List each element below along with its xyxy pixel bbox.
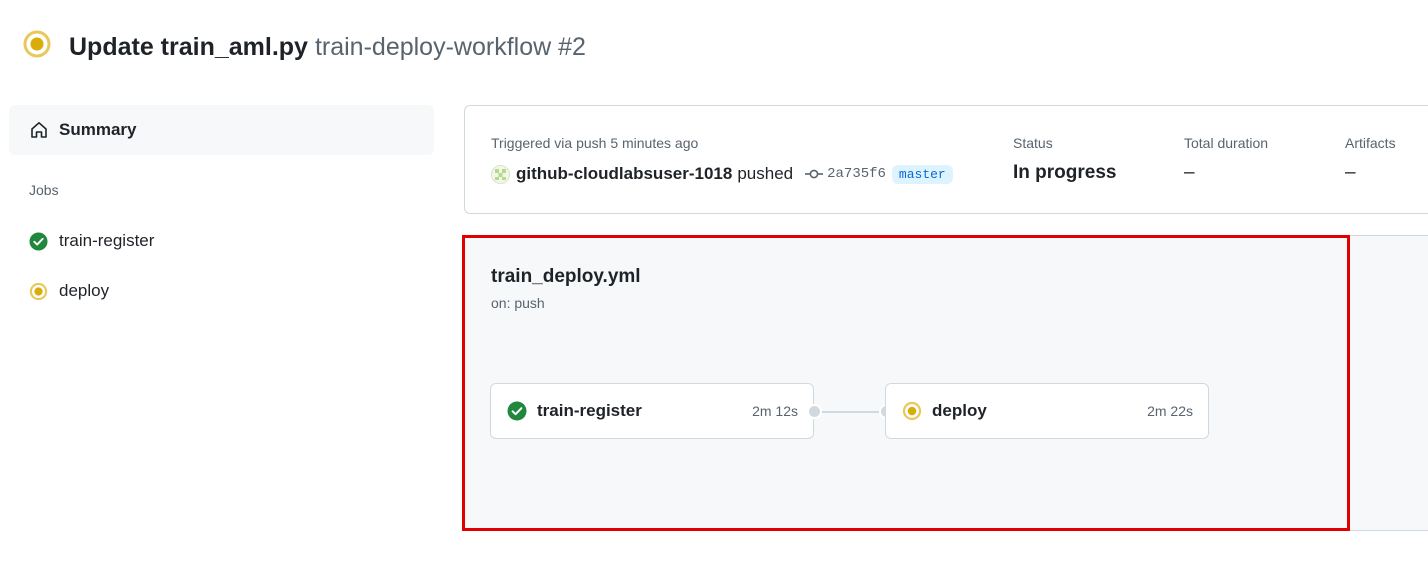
commit-icon [805,169,824,179]
home-icon [31,122,47,138]
trigger-text: Triggered via push 5 minutes ago [491,135,699,151]
job-duration: 2m 22s [1147,403,1193,419]
artifacts-block: Artifacts – [1345,135,1396,184]
job-connector [815,411,886,413]
sidebar-item-label: train-register [59,231,155,250]
duration-block: Total duration – [1184,135,1268,184]
actor-link[interactable]: github-cloudlabsuser-1018 [516,164,732,184]
workflow-file-name[interactable]: train_deploy.yml [491,266,641,288]
sidebar-item-label: Summary [59,120,137,139]
duration-value: – [1184,162,1195,183]
run-header: Update train_aml.py train-deploy-workflo… [22,30,586,62]
run-summary-card: Triggered via push 5 minutes ago github-… [464,105,1428,214]
sidebar-item-train-register[interactable]: train-register [29,231,154,251]
action-text: pushed [737,164,794,183]
run-subtitle[interactable]: train-deploy-workflow #2 [315,33,586,62]
status-value: In progress [1013,162,1117,183]
job-node-train-register[interactable]: train-register 2m 12s [490,383,814,439]
avatar[interactable] [491,164,510,184]
trigger-detail: github-cloudlabsuser-1018 pushed 2a735f6… [491,164,953,184]
connector-dot-out [807,404,822,419]
in-progress-icon [23,30,51,58]
duration-label: Total duration [1184,135,1269,151]
job-duration: 2m 12s [752,403,798,419]
artifacts-value: – [1345,162,1356,183]
sidebar-item-label: deploy [59,281,110,300]
sidebar-item-summary[interactable]: Summary [9,105,434,155]
job-name: train-register [537,401,642,420]
artifacts-label: Artifacts [1345,135,1396,151]
branch-badge[interactable]: master [891,164,953,184]
in-progress-icon [902,401,922,421]
in-progress-icon [29,282,48,300]
job-node-deploy[interactable]: deploy 2m 22s [885,383,1209,439]
job-name: deploy [932,401,987,420]
status-block: Status In progress [1013,135,1116,184]
jobs-heading: Jobs [29,182,59,198]
status-label: Status [1013,135,1053,151]
workflow-run-page: Update train_aml.py train-deploy-workflo… [0,0,1428,561]
commit-sha-link[interactable]: 2a735f6 [827,166,886,182]
run-title: Update train_aml.py [69,32,308,61]
sidebar-item-deploy[interactable]: deploy [29,281,109,301]
workflow-trigger: on: push [491,295,545,311]
check-circle-icon [507,401,527,421]
check-circle-icon [29,231,48,251]
